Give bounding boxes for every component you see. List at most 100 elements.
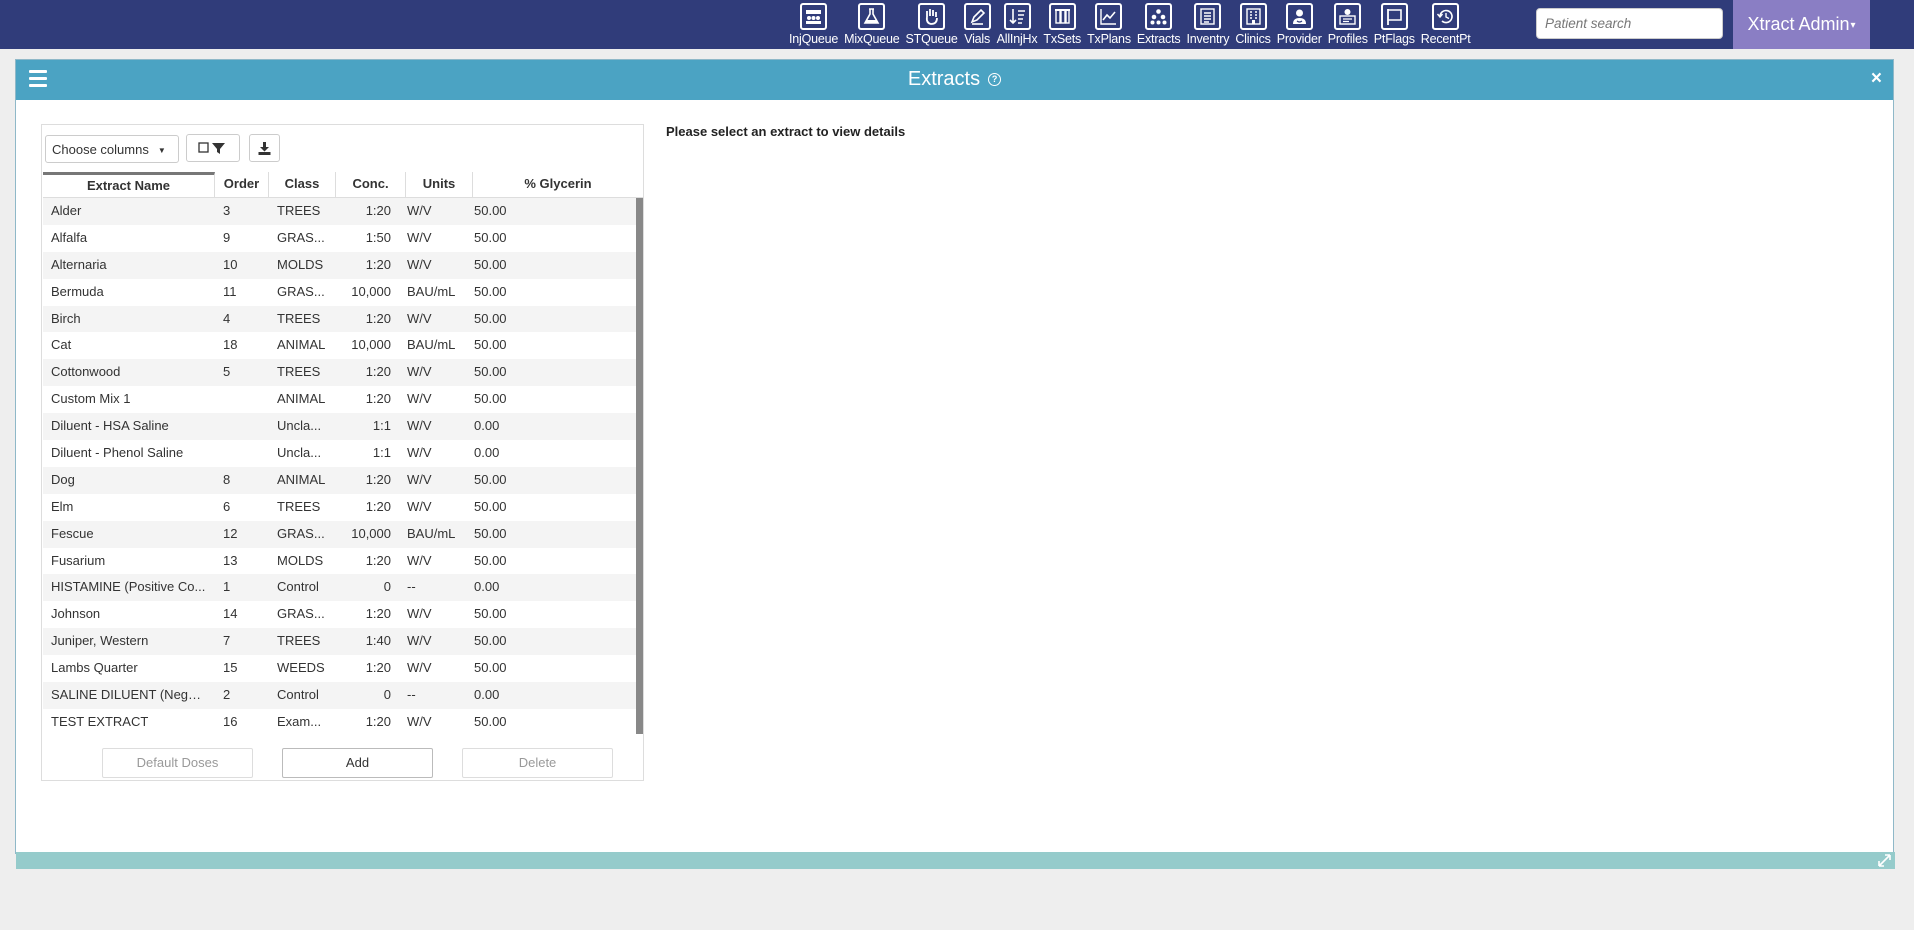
download-button[interactable] [249, 134, 280, 162]
nav-item-label: Vials [964, 32, 991, 46]
cell-glycerin: 50.00 [474, 283, 507, 299]
cell-order [215, 440, 269, 467]
nav-item-clinics[interactable]: Clinics [1232, 0, 1273, 49]
nav-item-label: Provider [1276, 32, 1322, 46]
table-row[interactable]: Lambs Quarter 15 WEEDS 1:20 W/V 50.00 [43, 655, 636, 683]
table-row[interactable]: Diluent - HSA Saline Uncla... 1:1 W/V 0.00 [43, 413, 636, 441]
cell-extract-name: Cottonwood [51, 364, 121, 380]
column-header-extract-name[interactable]: Extract Name [43, 172, 215, 197]
table-row[interactable]: Alternaria 10 MOLDS 1:20 W/V 50.00 [43, 251, 636, 279]
nav-item-label: InjQueue [789, 32, 839, 46]
table-row[interactable]: Cottonwood 5 TREES 1:20 W/V 50.00 [43, 359, 636, 387]
cell-class: Uncla... [277, 418, 322, 434]
grid-toolbar: Choose columns ▼ [42, 125, 643, 172]
nav-item-label: PtFlags [1373, 32, 1415, 46]
download-icon [258, 141, 271, 155]
cell-units: -- [407, 579, 416, 595]
nav-item-inventry[interactable]: Inventry [1183, 0, 1232, 49]
cell-units: W/V [407, 203, 432, 218]
nav-item-recentpt[interactable]: RecentPt [1418, 0, 1474, 49]
nav-item-injqueue[interactable]: InjQueue [786, 0, 841, 49]
cell-order: 7 [223, 633, 231, 649]
cell-glycerin: 50.00 [474, 337, 507, 353]
patient-search-input[interactable] [1536, 8, 1723, 39]
page-title: Extracts [907, 68, 981, 90]
cell-order: 16 [223, 713, 238, 729]
cell-conc: 1:20 [365, 391, 391, 407]
user-menu-button[interactable]: Xtract Admin ▾ [1733, 0, 1870, 49]
hand-icon [918, 3, 946, 30]
nav-item-mixqueue[interactable]: MixQueue [841, 0, 902, 49]
caret-down-icon: ▼ [157, 146, 166, 155]
table-row[interactable]: SALINE DILUENT (Negati... 2 Control 0 -- 0.00 [43, 682, 636, 709]
cell-conc: 1:20 [365, 471, 391, 487]
table-row[interactable]: HISTAMINE (Positive Co... 1 Control 0 -- 0.00 [43, 574, 636, 602]
table-row[interactable]: Diluent - Phenol Saline Uncla... 1:1 W/V 0.0… [43, 440, 636, 467]
cell-order: 10 [223, 256, 238, 272]
cell-glycerin: 50.00 [474, 310, 507, 326]
table-row[interactable]: Custom Mix 1 ANIMAL 1:20 W/V 50.00 [43, 386, 636, 414]
nav-item-txsets[interactable]: TxSets [1040, 0, 1084, 49]
cell-extract-name: SALINE DILUENT (Negati... [51, 687, 213, 703]
table-row[interactable]: Bermuda 11 GRAS... 10,000 BAU/mL 50.00 [43, 278, 636, 306]
column-header-glycerin[interactable]: % Glycerin [473, 172, 643, 197]
cell-extract-name: Fescue [51, 525, 94, 541]
cell-order: 4 [223, 310, 231, 326]
nav-item-ptflags[interactable]: PtFlags [1371, 0, 1418, 49]
user-menu-label: Xtract Admin [1747, 14, 1850, 34]
table-row[interactable]: Johnson 14 GRAS... 1:20 W/V 50.00 [43, 601, 636, 629]
cell-glycerin: 50.00 [474, 552, 507, 568]
cell-class: GRAS... [277, 283, 325, 299]
column-header-conc[interactable]: Conc. [336, 172, 406, 197]
cell-glycerin: 50.00 [474, 713, 507, 729]
cell-extract-name: Dog [51, 471, 75, 487]
cell-order: 11 [223, 283, 237, 299]
cell-extract-name: Diluent - Phenol Saline [51, 445, 184, 461]
delete-button[interactable]: Delete [462, 748, 613, 778]
table-row[interactable]: Dog 8 ANIMAL 1:20 W/V 50.00 [43, 466, 636, 494]
cell-conc: 10,000 [351, 283, 391, 299]
table-row[interactable]: Alder 3 TREES 1:20 W/V 50.00 [43, 198, 636, 225]
table-row[interactable]: Fescue 12 GRAS... 10,000 BAU/mL 50.00 [43, 520, 636, 548]
table-row[interactable]: TEST EXTRACT 16 Exam... 1:20 W/V 50.00 [43, 708, 636, 734]
cell-glycerin: 50.00 [474, 471, 507, 487]
column-header-units[interactable]: Units [406, 172, 473, 197]
table-row[interactable]: Elm 6 TREES 1:20 W/V 50.00 [43, 493, 636, 521]
close-icon[interactable]: × [1871, 68, 1882, 90]
cell-class: TREES [277, 633, 321, 649]
nav-item-txplans[interactable]: TxPlans [1084, 0, 1134, 49]
cell-conc: 1:20 [365, 498, 391, 514]
cell-conc: 1:50 [365, 229, 391, 245]
cell-extract-name: Alder [51, 203, 82, 218]
resize-icon[interactable] [1877, 853, 1892, 868]
nav-item-stqueue[interactable]: STQueue [903, 0, 961, 49]
nav-menu: InjQueue MixQueue STQueue Vials AllInjHx TxSe… [786, 0, 1474, 49]
table-row[interactable]: Fusarium 13 MOLDS 1:20 W/V 50.00 [43, 547, 636, 575]
nav-item-vials[interactable]: Vials [961, 0, 994, 49]
doctor-icon [1285, 3, 1313, 30]
cell-conc: 1:20 [365, 310, 391, 326]
table-row[interactable]: Juniper, Western 7 TREES 1:40 W/V 50.00 [43, 628, 636, 656]
cell-order: 14 [223, 606, 238, 622]
default-doses-button[interactable]: Default Doses [102, 748, 253, 778]
table-row[interactable]: Alfalfa 9 GRAS... 1:50 W/V 50.00 [43, 224, 636, 252]
column-header-order[interactable]: Order [215, 172, 269, 197]
table-row[interactable]: Cat 18 ANIMAL 10,000 BAU/mL 50.00 [43, 332, 636, 360]
column-header-class[interactable]: Class [269, 172, 336, 197]
filter-toggle-button[interactable] [186, 134, 240, 162]
nav-item-provider[interactable]: Provider [1274, 0, 1325, 49]
cell-extract-name: Elm [51, 498, 74, 514]
nav-item-allinjhx[interactable]: AllInjHx [994, 0, 1041, 49]
history-icon [1432, 3, 1460, 30]
caret-down-icon: ▾ [1850, 20, 1856, 31]
add-button[interactable]: Add [282, 748, 433, 778]
choose-columns-dropdown[interactable]: Choose columns ▼ [45, 135, 179, 163]
help-icon[interactable]: ? [988, 73, 1002, 86]
nav-item-extracts[interactable]: Extracts [1134, 0, 1184, 49]
list-document-icon [1194, 3, 1222, 30]
grid-scrollbar[interactable] [636, 198, 643, 734]
table-row[interactable]: Birch 4 TREES 1:20 W/V 50.00 [43, 305, 636, 333]
nav-item-profiles[interactable]: Profiles [1325, 0, 1371, 49]
cell-order: 15 [223, 660, 238, 676]
nav-item-label: TxPlans [1087, 32, 1131, 46]
